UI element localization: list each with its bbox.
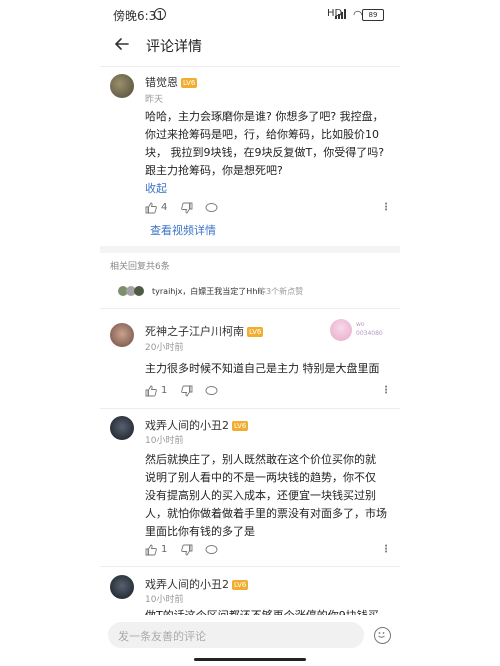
like-count: 1: [161, 544, 168, 555]
collapse-link[interactable]: 收起: [145, 180, 167, 196]
avatar: [134, 286, 144, 296]
section-separator: [100, 246, 400, 253]
like-count: 4: [161, 202, 168, 213]
reply-text: 主力很多时候不知道自己是主力 特别是大盘里面: [145, 360, 395, 378]
reply-timestamp: 10小时前: [145, 595, 184, 605]
comment-text: 哈哈，主力会琢磨你是谁? 你想多了吧? 我控盘， 你过来抢筹码是吧，行，给你筹码…: [145, 108, 395, 180]
level-badge: LV6: [181, 78, 198, 88]
page-title: 评论详情: [146, 39, 202, 55]
thumbs-down-icon[interactable]: [181, 385, 193, 397]
home-indicator: [194, 658, 306, 661]
reply-line: 说明了别人看中的不是一两块钱的趋势，你不仅: [145, 471, 376, 484]
username: 错觉恩: [145, 76, 178, 89]
divider: [100, 66, 400, 67]
divider: [100, 308, 400, 309]
smiley-icon[interactable]: [374, 627, 391, 644]
divider: [100, 566, 400, 567]
arrow-left-icon[interactable]: [112, 34, 132, 54]
level-badge: LV6: [232, 421, 249, 431]
reply-line: 人，就怕你做着做着手里的票没有对面多了，市场: [145, 507, 387, 520]
reply-author[interactable]: 戏弄人间的小丑2 LV6: [145, 417, 249, 433]
reply-line: 没有提高别人的买入成本，还便宜一块钱买过别: [145, 489, 376, 502]
comment-author[interactable]: 错觉恩 LV6: [145, 74, 198, 90]
username: 死神之子江户川柯南: [145, 325, 244, 338]
vertical-dots-icon[interactable]: ⋮: [381, 202, 391, 213]
avatar[interactable]: [110, 74, 134, 98]
reply-line: 然后就换庄了，别人既然敢在这个价位买你的就: [145, 453, 376, 466]
avatar[interactable]: [110, 416, 134, 440]
comment-timestamp: 昨天: [145, 95, 164, 105]
comment-input-placeholder: 发一条友善的评论: [118, 630, 206, 643]
level-badge: LV6: [232, 580, 249, 590]
comment-line: 块， 我拉到9块钱，在9块反复做T，你受得了吗?: [145, 146, 385, 159]
status-bar: 傍晚6:31 HD ◠ 89: [0, 0, 500, 28]
username: 戏弄人间的小丑2: [145, 578, 229, 591]
username: 戏弄人间的小丑2: [145, 419, 229, 432]
divider: [100, 408, 400, 409]
alarm-icon: [154, 8, 166, 20]
thumbs-up-icon[interactable]: [145, 385, 157, 397]
battery-icon: 89: [362, 9, 384, 21]
badge-line: wo: [356, 321, 365, 328]
top-nav: 评论详情: [0, 28, 500, 64]
comment-actions: 4 ⋮: [145, 202, 391, 216]
reply-author[interactable]: 戏弄人间的小丑2 LV6: [145, 576, 249, 592]
badge-line: 0034080: [356, 330, 383, 337]
likers-text: tyraihjx，白嫖王我当定了Hhh: [152, 287, 263, 296]
reply-actions: 1 ⋮: [145, 385, 391, 399]
reply-author[interactable]: 死神之子江户川柯南 LV6: [145, 323, 264, 339]
view-video-link[interactable]: 查看视频详情: [150, 222, 216, 238]
speech-bubble-icon[interactable]: [205, 202, 218, 214]
new-likes-summary[interactable]: tyraihjx，白嫖王我当定了Hhh 等3个新点赞: [110, 283, 390, 301]
cell-signal-icon: [335, 9, 349, 19]
thumbs-down-icon[interactable]: [181, 202, 193, 214]
fan-badge: wo 0034080: [330, 318, 390, 344]
comment-line: 你过来抢筹码是吧，行，给你筹码，比如股价10: [145, 128, 379, 141]
reply-timestamp: 20小时前: [145, 343, 184, 353]
badge-character-icon: [330, 319, 352, 341]
reply-timestamp: 10小时前: [145, 436, 184, 446]
comment-line: 哈哈，主力会琢磨你是谁? 你想多了吧? 我控盘，: [145, 110, 384, 123]
reply-line: 主力很多时候不知道自己是主力 特别是大盘里面: [145, 362, 380, 375]
thumbs-down-icon[interactable]: [181, 544, 193, 556]
speech-bubble-icon[interactable]: [205, 385, 218, 397]
speech-bubble-icon[interactable]: [205, 544, 218, 556]
vertical-dots-icon[interactable]: ⋮: [381, 544, 391, 555]
like-count: 1: [161, 385, 168, 396]
comment-line: 跟主力抢筹码，你是想死吧?: [145, 164, 283, 177]
reply-actions: 1 ⋮: [145, 544, 391, 558]
comment-input[interactable]: 发一条友善的评论: [108, 622, 364, 648]
level-badge: LV6: [247, 327, 264, 337]
reply-line: 里面比你有钱的多了是: [145, 525, 255, 538]
replies-count-header: 相关回复共6条: [110, 262, 170, 272]
thumbs-up-icon[interactable]: [145, 202, 157, 214]
avatar[interactable]: [110, 575, 134, 599]
avatar[interactable]: [110, 323, 134, 347]
vertical-dots-icon[interactable]: ⋮: [381, 385, 391, 396]
reply-text: 然后就换庄了，别人既然敢在这个价位买你的就 说明了别人看中的不是一两块钱的趋势，…: [145, 451, 400, 541]
likes-suffix: 等3个新点赞: [258, 287, 304, 296]
thumbs-up-icon[interactable]: [145, 544, 157, 556]
